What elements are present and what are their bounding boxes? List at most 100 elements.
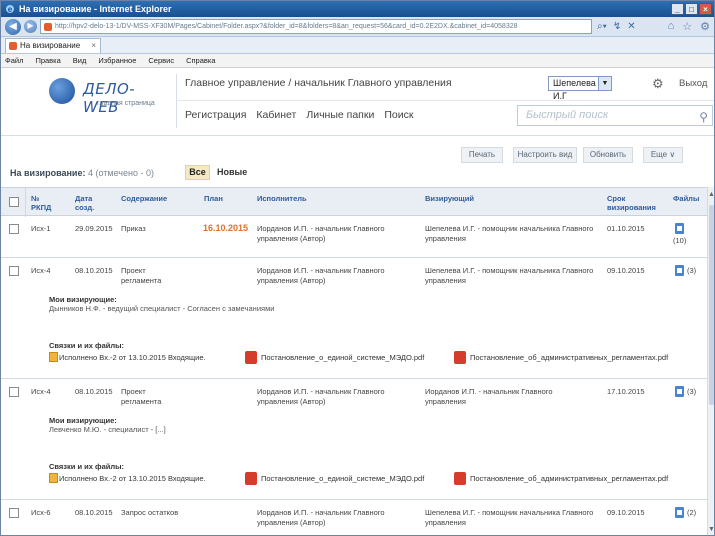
table-row[interactable]: Исх-6 08.10.2015 Запрос остатков Иордано… [1, 500, 707, 535]
tools-gear-icon[interactable]: ⚙ [700, 20, 710, 33]
nav-registration[interactable]: Регистрация [185, 109, 246, 121]
list-title-label: На визирование: [10, 168, 86, 178]
configure-view-button[interactable]: Настроить вид [513, 147, 577, 163]
link-pdf-regulations[interactable]: Постановление_об_административных_реглам… [470, 474, 668, 483]
col-plan[interactable]: План [204, 194, 223, 203]
col-files[interactable]: Файлы [673, 194, 699, 203]
cell-deadline: 09.10.2015 [607, 508, 645, 517]
filter-new-button[interactable]: Новые [217, 167, 247, 177]
list-toolbar: Печать Настроить вид Обновить Еще ∨ На в… [1, 140, 714, 184]
menu-edit[interactable]: Правка [35, 54, 60, 67]
filter-all-button[interactable]: Все [185, 165, 210, 180]
address-row: ◀ ▶ http://hpv2-delo-13-1/DV-MSS-XF30M/P… [1, 17, 714, 37]
col-deadline[interactable]: Срок визирования [607, 194, 667, 212]
cell-content[interactable]: Запрос остатков [121, 508, 211, 518]
menu-favorites[interactable]: Избранное [98, 54, 136, 67]
browser-tab[interactable]: На визирование × [5, 38, 101, 53]
logo-text: ДЕЛО-WEB [83, 80, 136, 116]
pdf-icon [245, 351, 257, 364]
nav-personal-folders[interactable]: Личные папки [306, 109, 374, 121]
forward-button[interactable]: ▶ [24, 20, 37, 33]
exit-link[interactable]: Выход [679, 78, 707, 89]
menu-help[interactable]: Справка [186, 54, 215, 67]
search-dropdown-icon[interactable]: ⌕▾ [597, 21, 607, 32]
quick-search-input[interactable]: Быстрый поиск ⚲ [517, 105, 713, 126]
close-button[interactable]: × [699, 3, 712, 15]
cell-content[interactable]: Приказ [121, 224, 191, 234]
cell-num: Исх-4 [31, 266, 51, 275]
search-icon[interactable]: ⚲ [699, 108, 708, 127]
col-approver[interactable]: Визирующий [425, 194, 474, 203]
cell-deadline: 09.10.2015 [607, 266, 645, 275]
refresh-arrows-icon[interactable]: ↯ [613, 21, 621, 32]
cell-files-count[interactable]: (10) [673, 236, 686, 246]
menu-file[interactable]: Файл [5, 54, 23, 67]
cell-date: 29.09.2015 [75, 224, 113, 233]
nav-cabinet[interactable]: Кабинет [256, 109, 296, 121]
more-button[interactable]: Еще ∨ [643, 147, 683, 163]
favorites-star-icon[interactable]: ☆ [682, 20, 692, 33]
documents-table: № РКПД Дата созд. Содержание План Исполн… [1, 187, 707, 527]
settings-gear-icon[interactable]: ⚙ [652, 76, 664, 92]
cell-content[interactable]: Проект регламента [121, 266, 171, 286]
minimize-button[interactable]: _ [671, 3, 684, 15]
vertical-scrollbar[interactable]: ▲ ▼ [707, 187, 714, 535]
incoming-doc-icon [49, 473, 58, 483]
maximize-button[interactable]: □ [685, 3, 698, 15]
list-title: На визирование: 4 (отмечено - 0) [10, 168, 154, 178]
address-bar[interactable]: http://hpv2-delo-13-1/DV-MSS-XF30M/Pages… [40, 19, 592, 34]
refresh-button[interactable]: Обновить [583, 147, 633, 163]
cell-approver: Шепелева И.Г. - помощник начальника Глав… [425, 266, 594, 285]
user-select[interactable]: Шепелева И.Г ▼ [548, 76, 612, 101]
back-button[interactable]: ◀ [5, 18, 21, 35]
scroll-down-icon[interactable]: ▼ [708, 526, 714, 533]
link-pdf-medo[interactable]: Постановление_о_единой_системе_МЭДО.pdf [261, 474, 424, 483]
select-all-checkbox[interactable] [9, 197, 19, 207]
cell-content[interactable]: Проект регламента [121, 387, 171, 407]
header-divider [25, 188, 26, 217]
col-content[interactable]: Содержание [121, 194, 167, 203]
menu-tools[interactable]: Сервис [148, 54, 174, 67]
cell-files-count[interactable]: (3) [687, 387, 696, 397]
col-num[interactable]: № РКПД [31, 194, 61, 212]
row-details: Мои визирующие: Левченко М.Ю. - специали… [1, 408, 707, 500]
file-icon[interactable] [675, 507, 684, 518]
browser-window: e На визирование - Internet Explorer _ □… [0, 0, 715, 536]
scroll-thumb[interactable] [709, 205, 714, 405]
row-checkbox[interactable] [9, 387, 19, 397]
table-row[interactable]: Исх-4 08.10.2015 Проект регламента Иорда… [1, 379, 707, 408]
quick-search-placeholder: Быстрый поиск [526, 109, 609, 121]
tab-close-icon[interactable]: × [91, 39, 96, 52]
file-icon[interactable] [675, 223, 684, 234]
link-incoming[interactable]: Исполнено Вх.-2 от 13.10.2015 Входящие. [59, 353, 206, 362]
stop-icon[interactable]: ✕ [627, 21, 635, 32]
ie-icon: e [6, 5, 14, 14]
file-icon[interactable] [675, 386, 684, 397]
link-pdf-medo[interactable]: Постановление_о_единой_системе_МЭДО.pdf [261, 353, 424, 362]
table-header: № РКПД Дата созд. Содержание План Исполн… [1, 187, 707, 217]
table-row[interactable]: Исх-4 08.10.2015 Проект регламента Иорда… [1, 258, 707, 287]
print-button[interactable]: Печать [461, 147, 503, 163]
home-icon[interactable]: ⌂ [668, 20, 675, 33]
table-row[interactable]: Исх-1 29.09.2015 Приказ 16.10.2015 Иорда… [1, 216, 707, 258]
cell-files-count[interactable]: (2) [687, 508, 696, 518]
cell-plan: 16.10.2015 [203, 223, 249, 233]
cell-executor: Иорданов И.П. - начальник Главного управ… [257, 508, 385, 527]
col-executor[interactable]: Исполнитель [257, 194, 307, 203]
col-date[interactable]: Дата созд. [75, 194, 105, 212]
cell-approver: Иорданов И.П. - начальник Главного управ… [425, 387, 553, 406]
row-checkbox[interactable] [9, 224, 19, 234]
link-incoming[interactable]: Исполнено Вх.-2 от 13.10.2015 Входящие. [59, 474, 206, 483]
site-favicon [44, 23, 52, 31]
scroll-up-icon[interactable]: ▲ [708, 191, 714, 198]
nav-search[interactable]: Поиск [384, 109, 413, 121]
app-header: ДЕЛО-WEB главная страница Главное управл… [1, 68, 714, 136]
delo-web-logo[interactable]: ДЕЛО-WEB главная страница [49, 76, 159, 116]
row-checkbox[interactable] [9, 266, 19, 276]
row-checkbox[interactable] [9, 508, 19, 518]
chevron-down-icon[interactable]: ▼ [598, 77, 611, 90]
file-icon[interactable] [675, 265, 684, 276]
menu-view[interactable]: Вид [73, 54, 87, 67]
link-pdf-regulations[interactable]: Постановление_об_административных_реглам… [470, 353, 668, 362]
cell-files-count[interactable]: (3) [687, 266, 696, 276]
